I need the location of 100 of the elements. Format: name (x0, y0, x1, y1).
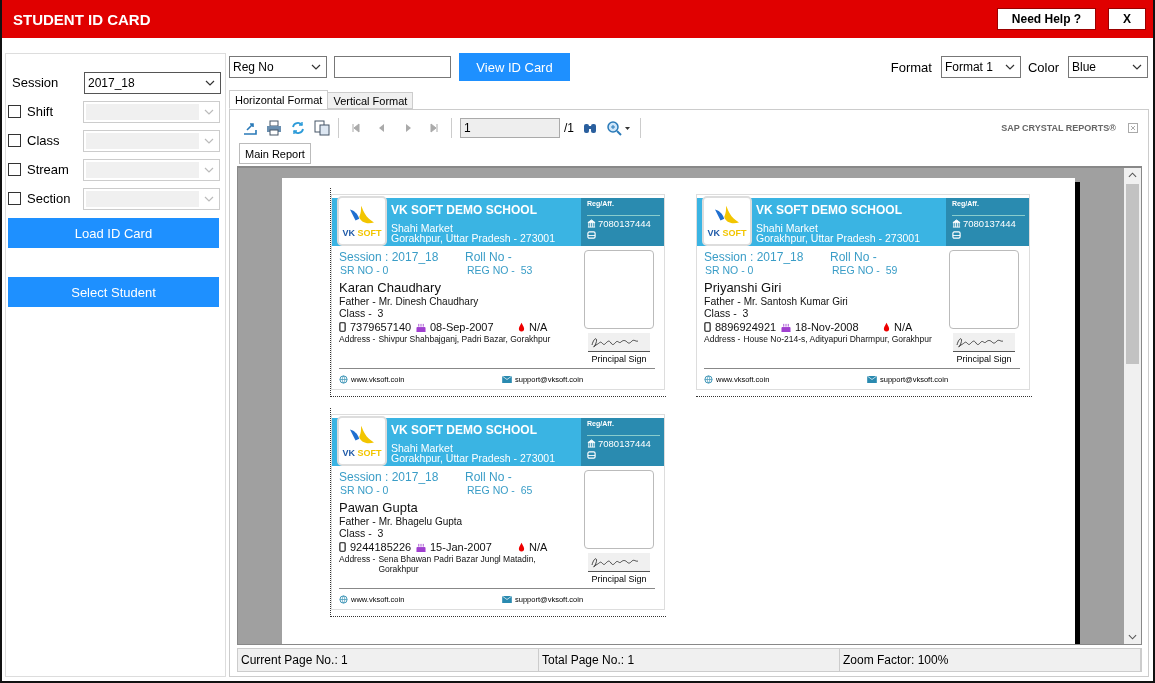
logo-text: VK SOFT (342, 448, 382, 458)
blood-group: N/A (529, 321, 548, 333)
roll-no-label: Roll No - (465, 250, 512, 264)
search-input[interactable] (334, 56, 451, 78)
chevron-icon (1132, 64, 1142, 70)
format-tab[interactable]: Horizontal Format (229, 90, 329, 109)
checkbox[interactable] (8, 192, 21, 205)
school-address: Shahi Market (391, 223, 454, 233)
color-label: Color (1027, 59, 1059, 75)
class-text: Class - 3 (339, 307, 385, 319)
refresh-icon[interactable] (290, 120, 306, 136)
student-address: Shivpur Shahbajganj, Padri Bazar, Gorakhpur (378, 334, 551, 344)
school-phone: 7080137444 (598, 218, 651, 229)
signature-drawing (588, 333, 650, 352)
student-address: Sena Bhawan Padri Bazar Jungl Matadin, Gorakhpur (378, 554, 537, 574)
checkbox[interactable] (8, 163, 21, 176)
help-button[interactable]: Need Help ? (997, 8, 1096, 30)
filter-label: Session (11, 75, 60, 90)
roll-no-label: Roll No - (465, 470, 512, 484)
mobile-phone-icon (339, 542, 346, 552)
school-address: Shahi Market (391, 443, 454, 453)
close-button[interactable]: X (1108, 8, 1146, 30)
page-number-field[interactable]: 1 (460, 118, 560, 138)
school-phone: 7080137444 (598, 438, 651, 449)
cake-icon (781, 322, 791, 332)
class-text: Class - 3 (704, 307, 750, 319)
father-name: Mr. Santosh Kumar Giri (743, 296, 848, 307)
format-dropdown[interactable]: Format 1 (940, 56, 1021, 78)
school-name: VK SOFT DEMO SCHOOL (756, 203, 903, 217)
globe-icon (339, 594, 348, 604)
student-name: Karan Chaudhary (339, 280, 442, 295)
address-label: Address - (339, 334, 376, 344)
father-name: Mr. Dinesh Chaudhary (378, 296, 479, 307)
father-label: Father - (339, 515, 376, 527)
chevron-icon (204, 137, 214, 144)
address-label: Address - (339, 554, 376, 566)
student-name: Priyanshi Giri (704, 280, 783, 295)
format-label: Format (890, 59, 932, 75)
bus-icon (587, 451, 596, 460)
bus-icon (587, 231, 596, 240)
building-icon (587, 219, 596, 228)
student-name: Pawan Gupta (339, 500, 419, 515)
search-field-dropdown[interactable]: Reg No (229, 56, 327, 78)
status-bar-item: Zoom Factor: 100% (840, 649, 1141, 671)
birth-date: 08-Sep-2007 (430, 321, 495, 333)
school-name: VK SOFT DEMO SCHOOL (391, 423, 538, 437)
signature-drawing (953, 333, 1015, 352)
father-name: Mr. Bhagelu Gupta (378, 516, 463, 527)
checkbox-label: Stream (27, 162, 69, 177)
mobile-number: 7379657140 (350, 321, 412, 333)
chevron-icon (204, 166, 214, 173)
export-icon[interactable] (242, 120, 258, 136)
window-title: STUDENT ID CARD (13, 10, 151, 28)
reg-no-text: REG NO - 59 (832, 264, 898, 276)
mobile-phone-icon (339, 322, 346, 332)
sr-no-text: SR NO - 0 (340, 484, 390, 496)
checkbox-label: Shift (27, 104, 53, 119)
checkbox[interactable] (8, 105, 21, 118)
checkbox-label: Class (27, 133, 60, 148)
school-phone: 7080137444 (963, 218, 1016, 229)
sr-no-text: SR NO - 0 (705, 264, 755, 276)
globe-icon (704, 374, 713, 384)
logo-text: VK SOFT (707, 228, 747, 238)
cake-icon (416, 322, 426, 332)
school-name: VK SOFT DEMO SCHOOL (391, 203, 538, 217)
session-text: Session : 2017_18 (339, 470, 440, 484)
chevron-icon (311, 64, 321, 70)
father-label: Father - (704, 295, 741, 307)
blood-drop-icon (518, 322, 525, 332)
birth-date: 18-Nov-2008 (795, 321, 860, 333)
color-dropdown[interactable]: Blue (1068, 56, 1148, 78)
mobile-phone-icon (704, 322, 711, 332)
school-address: Gorakhpur, Uttar Pradesh - 273001 (391, 233, 556, 243)
globe-icon (339, 374, 348, 384)
main-report-tab[interactable]: Main Report (239, 143, 311, 164)
status-bar-item: Current Page No.: 1 (238, 649, 539, 671)
chevron-icon (1004, 64, 1015, 70)
scroll-up-icon[interactable] (1128, 172, 1137, 178)
roll-no-label: Roll No - (830, 250, 877, 264)
school-address: Gorakhpur, Uttar Pradesh - 273001 (391, 453, 556, 463)
school-address: Gorakhpur, Uttar Pradesh - 273001 (756, 233, 921, 243)
status-bar-item: Total Page No.: 1 (539, 649, 840, 671)
print-icon[interactable] (266, 120, 282, 136)
blood-group: N/A (529, 541, 548, 553)
copy-icon[interactable] (314, 120, 330, 136)
sr-no-text: SR NO - 0 (340, 264, 390, 276)
zoom-icon[interactable] (606, 120, 632, 136)
blood-group: N/A (894, 321, 913, 333)
session-text: Session : 2017_18 (339, 250, 440, 264)
reg-no-text: REG NO - 65 (467, 484, 533, 496)
session-dropdown[interactable]: 2017_18 (84, 71, 221, 94)
mail-icon (502, 595, 512, 603)
building-icon (587, 439, 596, 448)
vertical-scrollbar[interactable] (1124, 168, 1141, 644)
blood-drop-icon (883, 322, 890, 332)
scroll-down-icon[interactable] (1128, 634, 1137, 640)
checkbox[interactable] (8, 134, 21, 147)
format-tab[interactable]: Vertical Format (327, 92, 414, 109)
cake-icon (416, 542, 426, 552)
logo-text: VK SOFT (342, 228, 382, 238)
